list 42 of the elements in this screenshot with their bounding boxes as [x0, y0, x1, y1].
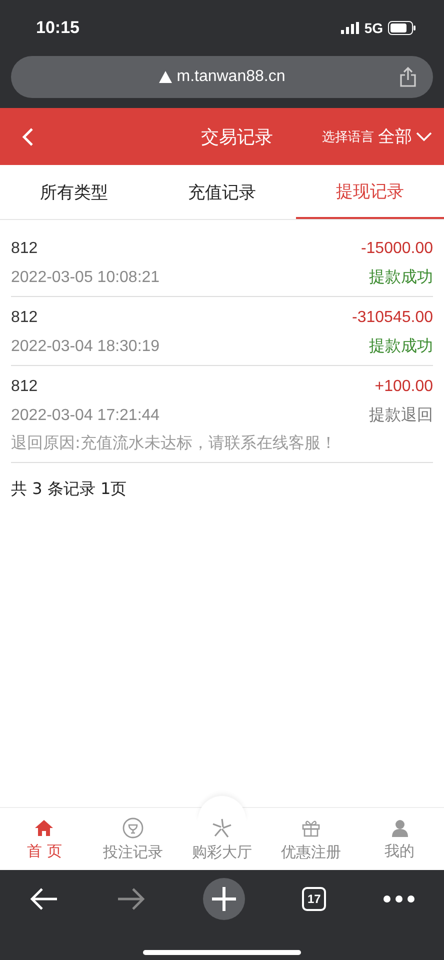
pinwheel-icon	[210, 816, 233, 838]
record-summary: 共 3 条记录 1页	[10, 478, 128, 500]
record-name: 812	[11, 378, 38, 396]
record-amount: -15000.00	[360, 240, 433, 258]
clock-time: 10:15	[36, 18, 80, 38]
nav-item[interactable]: 购彩大厅	[178, 808, 266, 870]
chevron-down-icon	[416, 132, 432, 142]
nav-item[interactable]: 我的	[355, 808, 444, 870]
user-icon	[390, 818, 410, 838]
url-text: m.tanwan88.cn	[176, 68, 286, 86]
record-status: 提款退回	[369, 405, 433, 426]
home-icon	[34, 818, 54, 838]
back-icon[interactable]	[22, 126, 34, 146]
record-name: 812	[11, 240, 38, 258]
nav-item[interactable]: 首 页	[0, 808, 89, 870]
record-time: 2022-03-05 10:08:21	[11, 268, 160, 286]
plus-icon	[210, 886, 237, 912]
trophy-circle-icon	[122, 816, 144, 838]
tabs-button[interactable]: 17	[302, 887, 326, 911]
record-time: 2022-03-04 17:21:44	[11, 406, 160, 424]
battery-icon	[388, 21, 416, 35]
warning-icon	[158, 71, 172, 83]
record-amount: -310545.00	[352, 308, 433, 326]
new-tab-button[interactable]	[202, 878, 245, 920]
back-arrow-icon[interactable]	[28, 887, 59, 911]
nav-item[interactable]: 投注记录	[88, 808, 178, 870]
record-name: 812	[11, 308, 38, 326]
return-reason: 退回原因:充值流水未达标，请联系在线客服！	[11, 432, 338, 454]
address-bar[interactable]: m.tanwan88.cn	[11, 56, 433, 98]
share-icon[interactable]	[399, 66, 417, 88]
nav-item[interactable]: 优惠注册	[266, 808, 356, 870]
record-amount: +100.00	[374, 378, 433, 396]
record-status: 提款成功	[369, 267, 433, 288]
network-label: 5G	[364, 20, 383, 36]
filter-dropdown[interactable]: 全部	[378, 125, 432, 148]
forward-arrow-icon[interactable]	[116, 887, 146, 911]
page-title: 交易记录	[200, 126, 273, 148]
signal-icon	[341, 22, 360, 34]
record-time: 2022-03-04 18:30:19	[11, 338, 160, 356]
record-status: 提款成功	[369, 336, 433, 357]
more-icon[interactable]	[383, 895, 416, 903]
language-selector[interactable]: 选择语言	[322, 128, 374, 146]
